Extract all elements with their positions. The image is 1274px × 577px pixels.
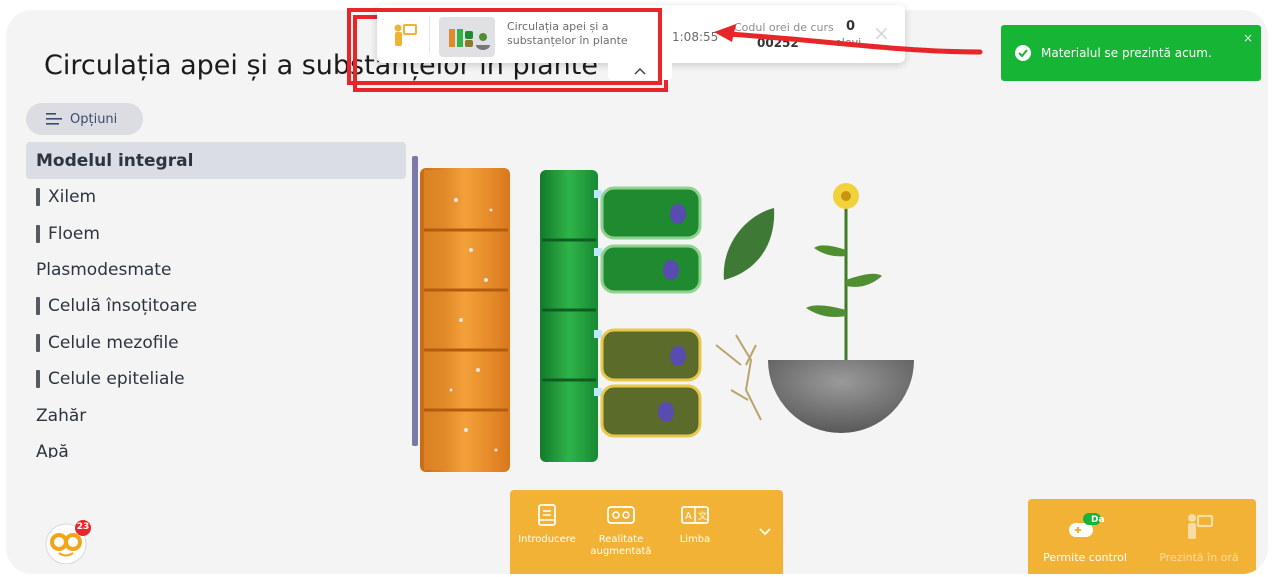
- translate-icon: A 文: [681, 506, 709, 524]
- options-label: Opțiuni: [70, 111, 118, 127]
- menu-item-celula-insotitoare[interactable]: Celulă însoțitoare: [26, 288, 406, 324]
- language-button[interactable]: A 文 Limba: [658, 504, 732, 546]
- introduction-label: Introducere: [518, 534, 576, 545]
- menu-item-label: Floem: [48, 223, 100, 244]
- book-icon: [538, 504, 556, 526]
- menu-item-modelul-integral[interactable]: Modelul integral: [26, 142, 406, 179]
- indent-bar: [36, 224, 40, 243]
- check-circle-icon: [1015, 45, 1031, 61]
- menu-item-label: Xilem: [48, 187, 97, 208]
- menu-item-label: Modelul integral: [36, 150, 194, 171]
- menu-item-label: Celule mezofile: [48, 332, 179, 353]
- menu-item-label: Plasmodesmate: [36, 259, 172, 280]
- allow-control-badge: Da: [1091, 515, 1105, 525]
- present-in-class-button[interactable]: Prezintă în oră: [1142, 499, 1256, 574]
- mesophyll-cells[interactable]: [600, 186, 702, 294]
- allow-control-label: Permite control: [1043, 551, 1127, 564]
- epithelial-cells[interactable]: [600, 328, 702, 438]
- allow-control-button[interactable]: Da Permite control: [1028, 499, 1142, 574]
- menu-item-label: Zahăr: [36, 405, 87, 426]
- lesson-stage: Circulația apei și a substanțelor în pla…: [6, 10, 1268, 574]
- phloem-sieve-tube[interactable]: [540, 170, 602, 462]
- notification-count: 23: [76, 522, 90, 532]
- notification-toast: Materialul se prezintă acum. ×: [1001, 25, 1261, 81]
- menu-item-label: Celulă însoțitoare: [48, 296, 198, 317]
- menu-item-label: Apă: [36, 441, 69, 458]
- indent-bar: [36, 333, 40, 352]
- component-list: Modelul integral Xilem Floem Plasmodesma…: [26, 142, 406, 458]
- indent-bar: [36, 297, 40, 316]
- chevron-down-icon[interactable]: [759, 528, 771, 536]
- toast-message: Materialul se prezintă acum.: [1041, 46, 1212, 60]
- teacher-controls: Da Permite control Prezintă în oră: [1028, 499, 1256, 574]
- leaf[interactable]: [723, 208, 775, 280]
- indent-bar: [36, 188, 40, 207]
- menu-item-label: Celule epiteliale: [48, 369, 185, 390]
- svg-text:A: A: [685, 511, 692, 522]
- augmented-reality-label: Realitate augmentată: [590, 534, 652, 557]
- xylem-vessel[interactable]: [420, 168, 510, 472]
- present-in-class-label: Prezintă în oră: [1159, 551, 1239, 564]
- menu-item-apa[interactable]: Apă: [26, 434, 406, 458]
- augmented-reality-button[interactable]: Realitate augmentată: [584, 504, 658, 558]
- indent-bar: [36, 370, 40, 389]
- plant-transport-3d-model[interactable]: [416, 160, 916, 480]
- language-label: Limba: [679, 534, 711, 545]
- presenter-icon: [1188, 514, 1214, 539]
- soil-section[interactable]: [768, 360, 914, 433]
- menu-item-celule-mezofile[interactable]: Celule mezofile: [26, 325, 406, 361]
- introduction-button[interactable]: Introducere: [510, 504, 584, 546]
- lesson-toolbar: Introducere Realitate augmentată A 文 Lim…: [510, 490, 783, 574]
- menu-item-celule-epiteliale[interactable]: Celule epiteliale: [26, 361, 406, 397]
- session-highlight-box: [347, 8, 662, 85]
- menu-lines-icon: [46, 113, 62, 125]
- menu-item-zahar[interactable]: Zahăr: [26, 397, 406, 433]
- options-button[interactable]: Opțiuni: [26, 103, 143, 135]
- menu-item-floem[interactable]: Floem: [26, 215, 406, 251]
- ar-glasses-icon: [607, 506, 635, 524]
- assistant-mascot[interactable]: 23: [42, 520, 92, 565]
- roots[interactable]: [715, 334, 762, 421]
- plant[interactable]: [806, 183, 882, 360]
- svg-text:文: 文: [698, 510, 707, 522]
- annotation-arrow: [714, 24, 983, 55]
- menu-item-xilem[interactable]: Xilem: [26, 179, 406, 215]
- menu-item-plasmodesmate[interactable]: Plasmodesmate: [26, 252, 406, 288]
- toast-close-button[interactable]: ×: [1243, 31, 1253, 45]
